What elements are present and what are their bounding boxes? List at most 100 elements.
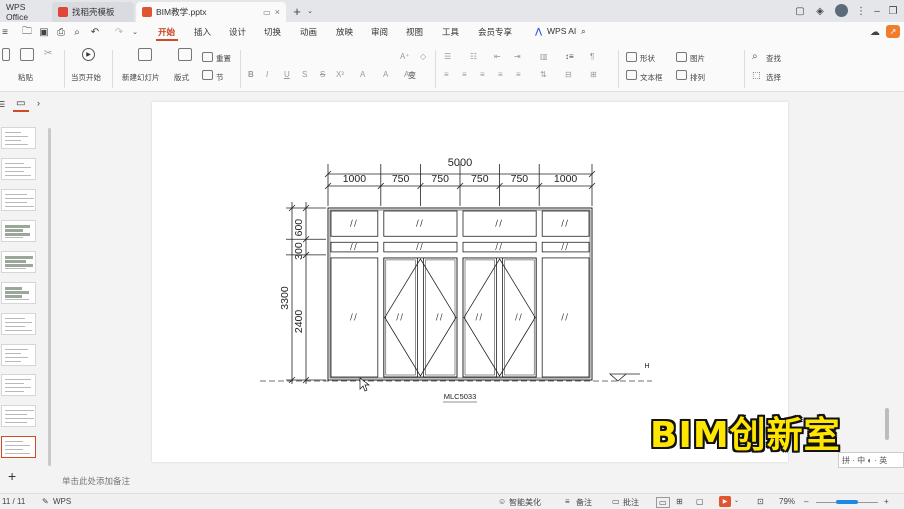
- slide-thumbnail[interactable]: [1, 251, 36, 273]
- clear-format-icon[interactable]: ◇: [420, 52, 426, 61]
- beautify-icon[interactable]: ☺: [498, 497, 506, 506]
- print-icon[interactable]: ⎙: [54, 25, 68, 39]
- tab-wps-office[interactable]: WPS Office: [0, 2, 48, 22]
- play-from-current-button[interactable]: 当页开始: [71, 72, 101, 83]
- menu-icon[interactable]: ≡: [0, 25, 12, 39]
- layout-button[interactable]: 版式: [174, 72, 189, 83]
- share-icon[interactable]: ↗: [886, 25, 900, 38]
- line-spacing-icon[interactable]: ↕≡: [565, 52, 574, 61]
- bold-icon[interactable]: B: [248, 70, 254, 79]
- cube-icon[interactable]: ◈: [813, 4, 827, 18]
- redo-icon[interactable]: ↷: [112, 25, 126, 39]
- slide-thumbnail[interactable]: [1, 189, 36, 211]
- cut-icon[interactable]: ✂: [44, 48, 52, 59]
- search-icon[interactable]: ⌕: [581, 26, 586, 37]
- avatar[interactable]: [835, 4, 848, 17]
- find-button[interactable]: 查找: [766, 53, 781, 64]
- customize-icon[interactable]: ⌄: [128, 25, 142, 39]
- slide-thumbnail[interactable]: [1, 282, 36, 304]
- strikethrough-icon[interactable]: S: [320, 70, 325, 79]
- format-painter-icon[interactable]: [2, 48, 10, 61]
- tab-template[interactable]: 找稻壳模板: [52, 2, 134, 22]
- reading-view-icon[interactable]: ▢: [696, 497, 704, 506]
- new-slide-button[interactable]: 新建幻灯片: [122, 72, 160, 83]
- fit-page-icon[interactable]: ⊡: [757, 497, 764, 506]
- notes-button[interactable]: 备注: [576, 497, 592, 508]
- normal-view-icon[interactable]: ▭: [656, 497, 670, 508]
- slide-thumbnail[interactable]: [1, 374, 36, 396]
- cloud-icon[interactable]: ☁: [868, 25, 882, 39]
- tab-document[interactable]: BIM教学.pptx ▭ ×: [136, 2, 286, 22]
- vertical-align-icon[interactable]: ⊟: [565, 70, 572, 79]
- comment-button[interactable]: 批注: [623, 497, 639, 508]
- preview-icon[interactable]: ⌕: [70, 25, 84, 39]
- zoom-in-icon[interactable]: +: [884, 497, 889, 506]
- slide-thumbnail[interactable]: [1, 127, 36, 149]
- paste-label[interactable]: 粘贴: [18, 72, 33, 83]
- reset-icon[interactable]: [202, 52, 213, 62]
- slide-thumbnail[interactable]: [1, 220, 36, 242]
- text-effect-icon[interactable]: A: [360, 70, 365, 79]
- tab-insert[interactable]: 插入: [194, 26, 211, 38]
- sorter-view-icon[interactable]: ⊞: [676, 497, 683, 506]
- columns-icon[interactable]: ▥: [540, 52, 548, 61]
- add-slide-icon[interactable]: +: [8, 468, 16, 484]
- italic-icon[interactable]: I: [266, 70, 268, 79]
- smart-art-icon[interactable]: ⊞: [590, 70, 597, 79]
- layout-icon[interactable]: [178, 48, 192, 61]
- slide-thumbnail[interactable]: [1, 405, 36, 427]
- slide-thumbnail[interactable]: [1, 158, 36, 180]
- superscript-icon[interactable]: X²: [336, 70, 344, 79]
- pin-icon[interactable]: ▭: [263, 8, 271, 17]
- justify-icon[interactable]: ≡: [498, 70, 503, 79]
- arrange-button[interactable]: 排列: [690, 72, 705, 83]
- select-button[interactable]: 选择: [766, 72, 781, 83]
- outline-view-icon[interactable]: ☰: [0, 100, 5, 109]
- reset-button[interactable]: 重置: [216, 53, 231, 64]
- chinese-format-icon[interactable]: 变: [408, 70, 416, 81]
- arrange-icon[interactable]: [676, 70, 687, 80]
- zoom-slider-thumb[interactable]: [836, 500, 858, 504]
- open-file-icon[interactable]: 🗀: [20, 25, 34, 39]
- thumbnail-scrollbar[interactable]: [48, 128, 51, 466]
- minimize-icon[interactable]: –: [870, 4, 884, 18]
- window-layout-icon[interactable]: ▢: [793, 4, 807, 18]
- beautify-button[interactable]: 智能美化: [509, 497, 541, 508]
- font-color-icon[interactable]: A: [383, 70, 388, 79]
- tab-home[interactable]: 开始: [158, 26, 175, 38]
- ime-toolbar[interactable]: 拼 · 中 ◐ · 英: [838, 452, 904, 468]
- indent-increase-icon[interactable]: ⇥: [514, 52, 521, 61]
- chevron-down-icon[interactable]: ⌄: [734, 497, 739, 504]
- slide-view-icon[interactable]: ▭: [16, 98, 25, 109]
- tab-slideshow[interactable]: 放映: [336, 26, 353, 38]
- shadow-icon[interactable]: S: [302, 70, 307, 79]
- more-icon[interactable]: ⋮: [854, 4, 868, 18]
- play-icon[interactable]: ▶: [82, 48, 95, 61]
- chevron-down-icon[interactable]: ⌄: [303, 4, 317, 18]
- font-grow-icon[interactable]: A⁺: [400, 52, 410, 61]
- new-tab-button[interactable]: +: [290, 4, 304, 19]
- canvas-scrollbar[interactable]: [885, 408, 889, 440]
- text-direction-icon[interactable]: ⇅: [540, 70, 547, 79]
- find-icon[interactable]: ⌕: [752, 51, 758, 62]
- slide-thumbnail[interactable]: [1, 436, 36, 458]
- shape-button[interactable]: 形状: [640, 53, 655, 64]
- underline-icon[interactable]: U: [284, 70, 290, 79]
- comment-icon[interactable]: ▭: [612, 497, 620, 506]
- tab-animation[interactable]: 动画: [300, 26, 317, 38]
- wps-ai-button[interactable]: WPS AI: [547, 26, 576, 36]
- tab-view[interactable]: 视图: [406, 26, 423, 38]
- tab-member[interactable]: 会员专享: [478, 26, 512, 38]
- paste-icon[interactable]: [20, 48, 34, 61]
- maximize-icon[interactable]: ❐: [886, 4, 900, 18]
- save-icon[interactable]: ▣: [37, 25, 51, 39]
- close-tab-icon[interactable]: ×: [275, 7, 280, 17]
- textbox-button[interactable]: 文本框: [640, 72, 663, 83]
- zoom-level[interactable]: 79%: [779, 497, 795, 506]
- new-slide-icon[interactable]: [138, 48, 152, 61]
- zoom-out-icon[interactable]: –: [804, 497, 808, 506]
- slide-thumbnail[interactable]: [1, 313, 36, 335]
- tab-tools[interactable]: 工具: [442, 26, 459, 38]
- notes-icon[interactable]: ≡: [565, 497, 570, 506]
- picture-icon[interactable]: [676, 52, 687, 62]
